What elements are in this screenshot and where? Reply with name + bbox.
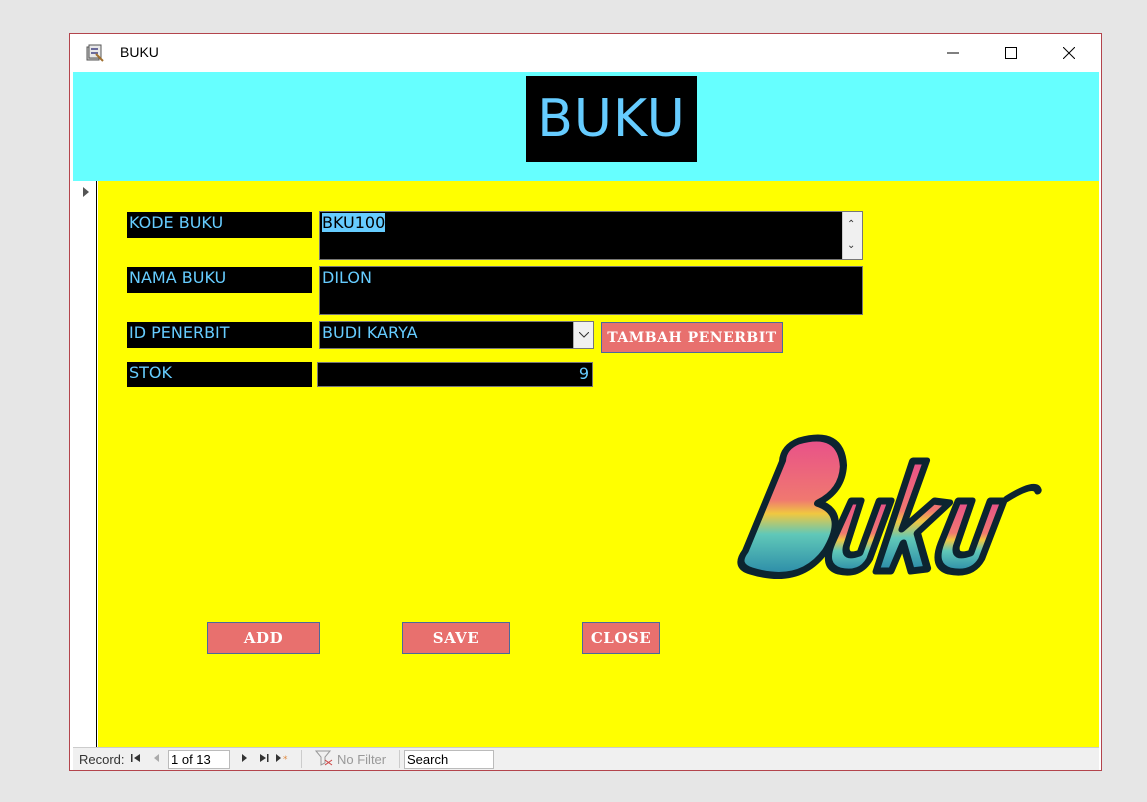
first-record-button[interactable]	[131, 751, 141, 766]
window-title: BUKU	[120, 44, 159, 60]
form-title-box: BUKU	[526, 76, 697, 162]
id-penerbit-label: ID PENERBIT	[127, 322, 312, 348]
form-window: BUKU BUKU KODE BUKU BKU100 ⌃ ⌄ NAMA BUKU	[69, 33, 1102, 771]
nama-buku-field[interactable]: DILON	[319, 266, 863, 315]
title-bar: BUKU	[70, 34, 1101, 72]
chevron-down-icon	[578, 332, 589, 338]
form-title: BUKU	[537, 89, 686, 149]
filter-icon[interactable]	[314, 750, 333, 769]
record-position-input[interactable]: 1 of 13	[168, 750, 230, 769]
id-penerbit-value: BUDI KARYA	[322, 323, 418, 342]
close-button[interactable]: CLOSE	[582, 622, 660, 654]
kode-buku-value: BKU100	[322, 213, 386, 232]
search-input[interactable]: Search	[404, 750, 494, 769]
maximize-button[interactable]	[982, 34, 1040, 72]
stok-field[interactable]: 9	[317, 362, 593, 387]
form-header: BUKU	[73, 72, 1099, 181]
add-button[interactable]: ADD	[207, 622, 320, 654]
no-filter-label[interactable]: No Filter	[337, 752, 386, 767]
save-button[interactable]: SAVE	[402, 622, 510, 654]
svg-text:*: *	[283, 755, 288, 763]
last-record-button[interactable]	[259, 751, 269, 766]
record-selector[interactable]	[73, 181, 97, 747]
maximize-icon	[1005, 47, 1017, 59]
buku-logo	[737, 434, 1042, 579]
id-penerbit-combobox[interactable]: BUDI KARYA	[319, 321, 594, 349]
stok-label: STOK	[127, 362, 312, 387]
next-record-icon	[242, 754, 247, 762]
close-icon	[1063, 47, 1075, 59]
minimize-button[interactable]	[924, 34, 982, 72]
new-record-button[interactable]: *	[275, 751, 291, 766]
kode-buku-field[interactable]: BKU100 ⌃ ⌄	[319, 211, 863, 260]
previous-record-button[interactable]	[153, 751, 161, 766]
first-record-icon	[131, 754, 140, 762]
combobox-dropdown-button[interactable]	[573, 322, 593, 348]
last-record-icon	[260, 754, 269, 762]
scroll-up-icon[interactable]: ⌃	[847, 214, 855, 236]
new-record-icon: *	[276, 754, 288, 765]
next-record-button[interactable]	[241, 751, 249, 766]
nav-separator	[399, 750, 400, 768]
scroll-down-icon[interactable]: ⌄	[847, 235, 855, 257]
nav-separator	[301, 750, 302, 768]
kode-buku-scrollbar[interactable]: ⌃ ⌄	[842, 212, 862, 259]
record-label: Record:	[79, 752, 125, 767]
minimize-icon	[947, 52, 959, 54]
record-navigation-bar: Record: 1 of 13 * No Filter Search	[73, 747, 1099, 770]
form-detail: KODE BUKU BKU100 ⌃ ⌄ NAMA BUKU DILON ID …	[98, 181, 1099, 747]
current-record-arrow-icon	[83, 187, 89, 197]
previous-record-icon	[154, 754, 159, 762]
nama-buku-label: NAMA BUKU	[127, 267, 312, 293]
close-window-button[interactable]	[1040, 34, 1098, 72]
tambah-penerbit-button[interactable]: TAMBAH PENERBIT	[601, 322, 783, 353]
access-form-icon	[86, 44, 104, 62]
kode-buku-label: KODE BUKU	[127, 212, 312, 238]
